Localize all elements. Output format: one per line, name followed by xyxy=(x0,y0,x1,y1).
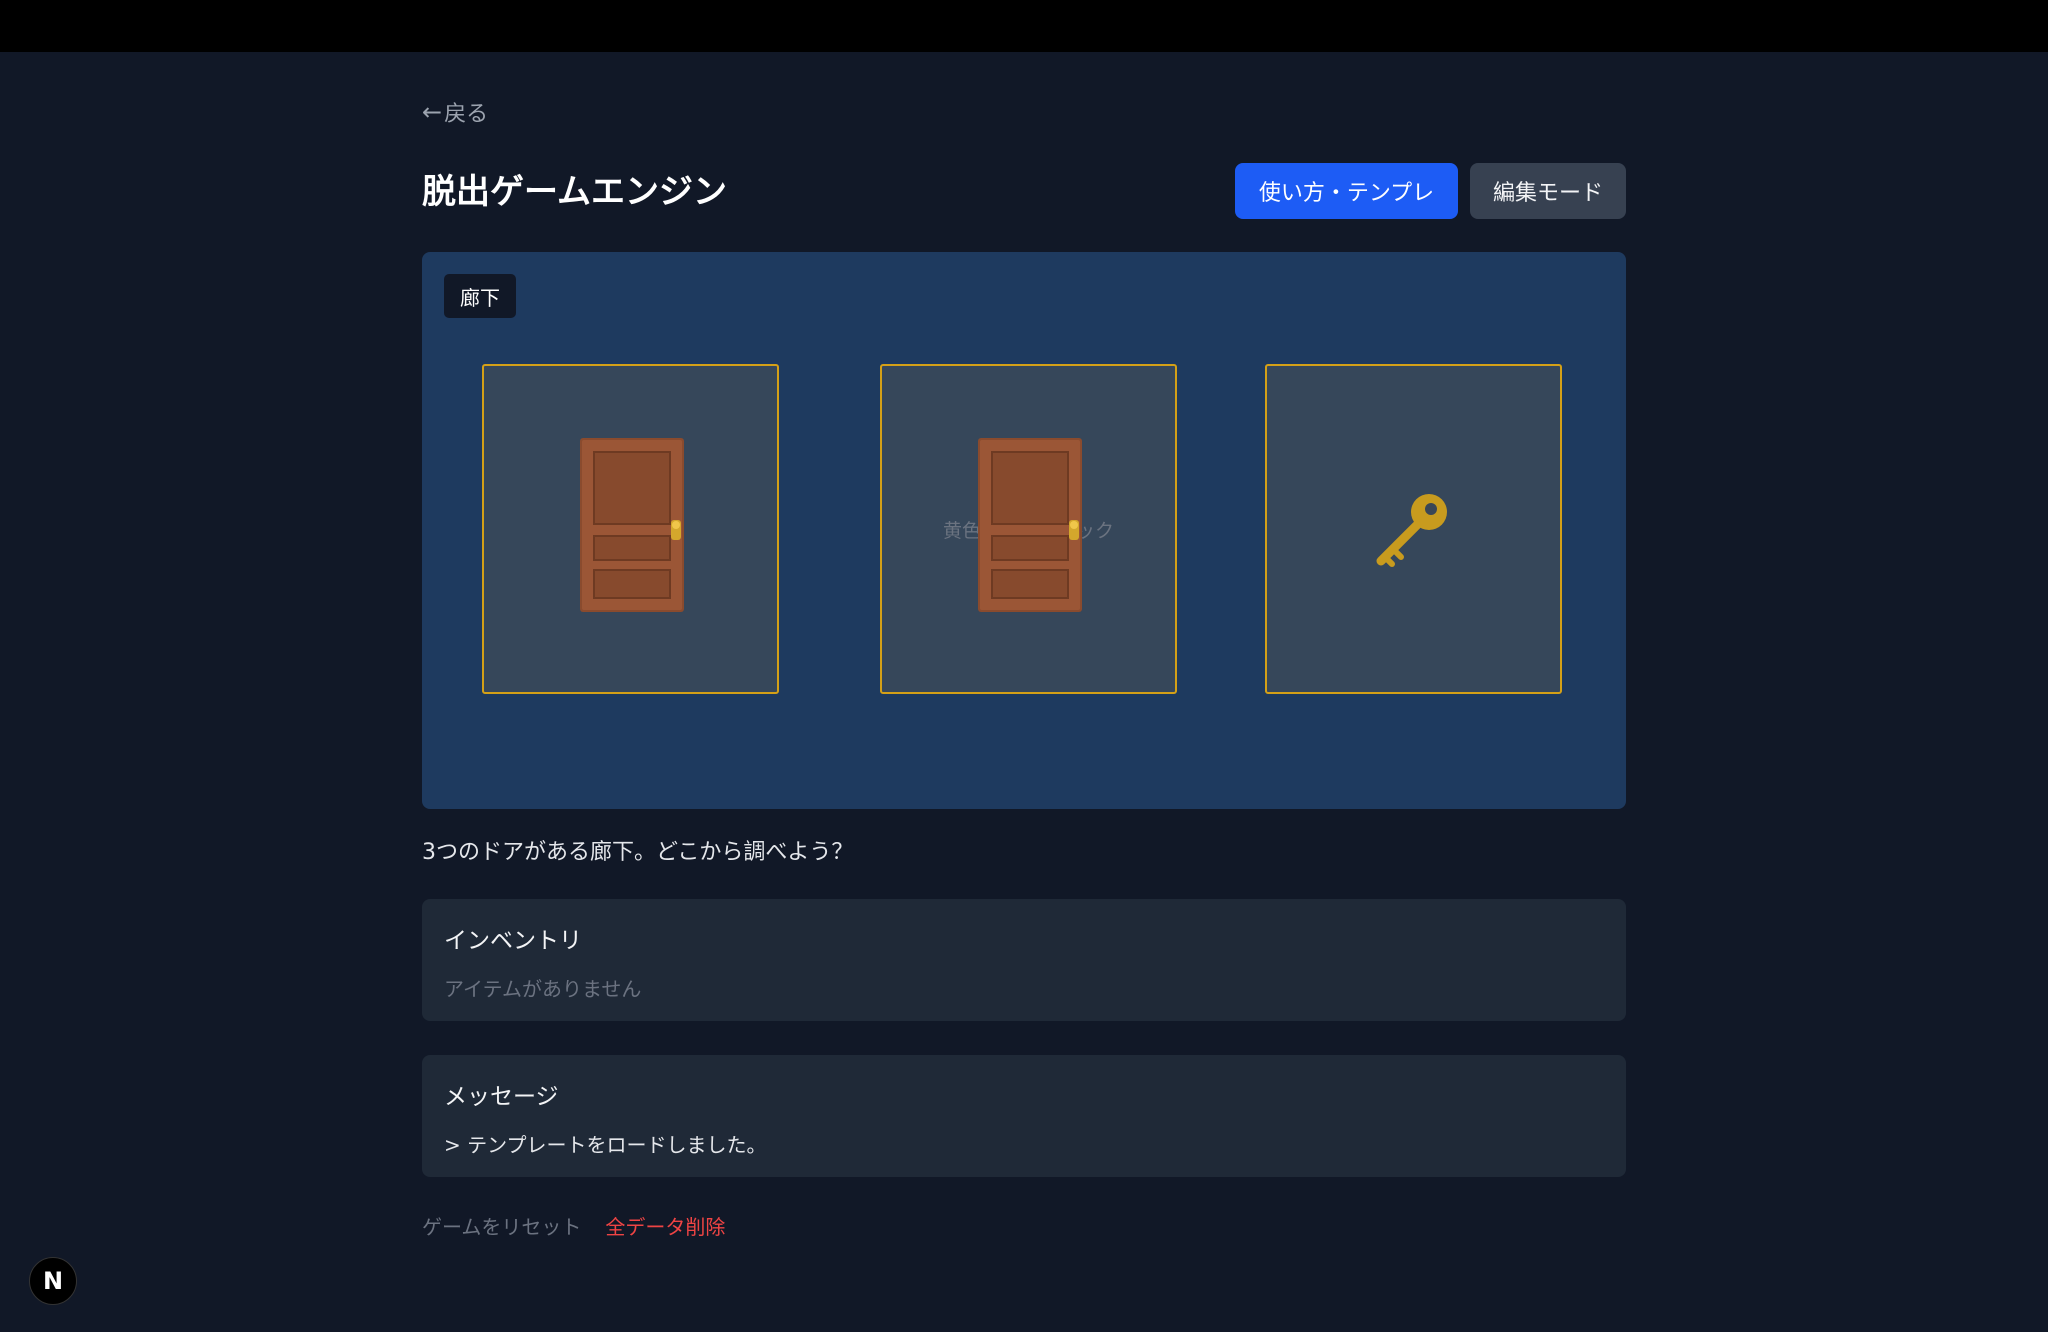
footer-actions: ゲームをリセット 全データ削除 xyxy=(422,1211,725,1240)
inventory-empty-text: アイテムがありません xyxy=(444,977,642,1001)
hotspot-door-1[interactable] xyxy=(482,364,779,694)
back-link[interactable]: ← 戻る xyxy=(422,96,488,128)
dev-tools-badge[interactable]: N xyxy=(29,1257,77,1305)
help-templates-button[interactable]: 使い方・テンプレ xyxy=(1235,163,1458,219)
inventory-panel: インベントリ アイテムがありません xyxy=(422,899,1626,1021)
scene-view: 廊下 黄色い枠をクリック xyxy=(422,252,1626,809)
scene-description: 3つのドアがある廊下。どこから調べよう？ xyxy=(422,840,854,865)
back-label: 戻る xyxy=(444,102,489,127)
door-icon xyxy=(580,438,684,612)
door-icon xyxy=(978,438,1082,612)
messages-title: メッセージ xyxy=(444,1084,559,1110)
room-name-badge: 廊下 xyxy=(444,274,516,318)
back-arrow-icon: ← xyxy=(422,98,443,126)
top-bar xyxy=(0,0,2048,52)
key-icon xyxy=(1376,494,1447,567)
message-line: > テンプレートをロードしました。 xyxy=(444,1133,767,1157)
messages-panel: メッセージ > テンプレートをロードしました。 xyxy=(422,1055,1626,1177)
delete-all-data-link[interactable]: 全データ削除 xyxy=(605,1211,725,1240)
hotspot-door-2[interactable]: 黄色い枠をクリック xyxy=(880,364,1177,694)
page-title: 脱出ゲームエンジン xyxy=(422,172,727,212)
edit-mode-button[interactable]: 編集モード xyxy=(1470,163,1626,219)
inventory-title: インベントリ xyxy=(444,928,582,954)
hotspot-key[interactable] xyxy=(1265,364,1562,694)
reset-game-link[interactable]: ゲームをリセット xyxy=(422,1211,581,1240)
